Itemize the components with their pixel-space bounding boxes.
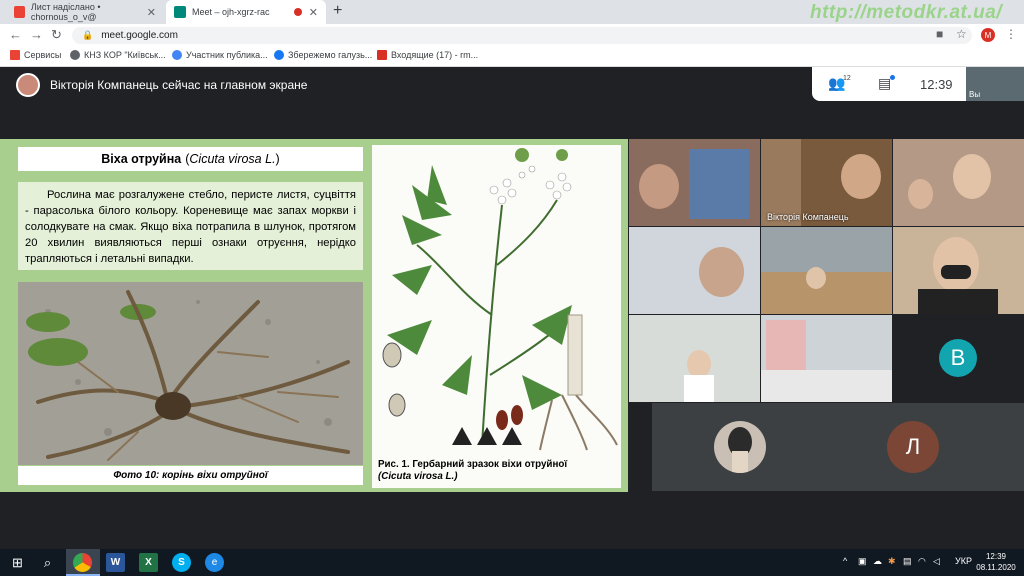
- excel-icon[interactable]: X: [139, 553, 158, 572]
- participant-tile[interactable]: [761, 315, 892, 402]
- presenter-status: Вікторія Компанець сейчас на главном экр…: [50, 78, 308, 92]
- participant-tile[interactable]: [652, 403, 782, 491]
- tab-title: Лист надіслано • chornous_o_v@: [30, 2, 101, 22]
- windows-start-icon[interactable]: ⊞: [8, 553, 27, 572]
- herbarium-illustration: [372, 145, 621, 455]
- facebook-icon: [274, 50, 284, 60]
- participant-tile[interactable]: [629, 139, 760, 226]
- back-icon[interactable]: ←: [9, 27, 22, 42]
- taskbar-clock[interactable]: 12:39 08.11.2020: [976, 551, 1016, 573]
- tray-volume-icon[interactable]: ◁: [933, 556, 940, 567]
- word-icon[interactable]: W: [106, 553, 125, 572]
- slide-title-close: ): [275, 152, 280, 166]
- meet-icon: [174, 6, 186, 18]
- slide-title: Віха отруйна (Cicuta virosa L.): [18, 147, 363, 171]
- taskbar-time: 12:39: [985, 552, 1007, 561]
- gmail-icon: [14, 6, 25, 18]
- new-tab-button[interactable]: +: [333, 2, 342, 20]
- slide-title-latin: Cicuta virosa L.: [189, 152, 276, 166]
- participant-tile[interactable]: Л: [782, 403, 1024, 491]
- bookmark-knz[interactable]: КНЗ КОР "Київськ...: [70, 50, 166, 60]
- herbarium-caption-latin: (Cicuta virosa L.): [378, 471, 458, 482]
- tray-wifi-icon[interactable]: ◠: [918, 556, 926, 567]
- recording-icon: [294, 8, 302, 16]
- camera-icon[interactable]: ■: [936, 27, 943, 41]
- participant-avatar: В: [939, 339, 977, 377]
- root-photo: [18, 282, 363, 465]
- herbarium-caption-text: Рис. 1. Гербарний зразок віхи отруйної: [378, 459, 568, 470]
- participants-count: 12: [843, 75, 851, 82]
- address-bar-row: ← → ↻ 🔒 meet.google.com ■ ☆ M ⋮: [0, 24, 1024, 46]
- presentation-slide: Віха отруйна (Cicuta virosa L.) Рослина …: [0, 139, 628, 492]
- bookmark-star-icon[interactable]: ☆: [956, 27, 967, 41]
- site-icon: [172, 50, 182, 60]
- meet-top-controls: 👥 12 ▤ 12:39: [812, 67, 966, 101]
- chrome-icon[interactable]: [73, 553, 92, 572]
- participant-tile[interactable]: [629, 315, 760, 402]
- self-view-tile[interactable]: Вы: [966, 67, 1024, 101]
- root-photo-image: [18, 282, 363, 465]
- reload-icon[interactable]: ↻: [51, 27, 62, 43]
- tray-cloud-icon[interactable]: ☁: [873, 556, 882, 567]
- browser-tab-bar: Лист надіслано • chornous_o_v@ ✕ Meet – …: [0, 0, 1024, 24]
- herbarium-caption: Рис. 1. Гербарний зразок віхи отруйної (…: [378, 459, 616, 483]
- tray-tool-icon[interactable]: ✱: [888, 556, 896, 567]
- tab-gmail[interactable]: Лист надіслано • chornous_o_v@ ✕: [6, 0, 164, 24]
- meet-clock: 12:39: [920, 77, 953, 92]
- globe-icon: [70, 50, 80, 60]
- url-text: meet.google.com: [101, 30, 178, 41]
- bookmark-facebook[interactable]: Збережемо галузь...: [274, 50, 372, 60]
- tab-title: Meet – ojh-xgrz-rac: [192, 7, 270, 17]
- tray-chevron-icon[interactable]: ^: [843, 556, 847, 566]
- participant-tile-presenter[interactable]: Вікторія Компанець: [761, 139, 892, 226]
- slide-description: Рослина має розгалужене стебло, перисте …: [18, 182, 363, 270]
- photo-caption: Фото 10: корінь віхи отруйної: [18, 466, 363, 485]
- meet-area: Вікторія Компанець сейчас на главном экр…: [0, 67, 1024, 549]
- participant-tile[interactable]: [629, 227, 760, 314]
- close-icon[interactable]: ✕: [147, 6, 156, 19]
- watermark: http://metodkr.at.ua/: [810, 2, 1003, 23]
- participant-tile[interactable]: [761, 227, 892, 314]
- windows-taskbar: ⊞ ⌕ W X S e ^ ▣ ☁ ✱ ▤ ◠ ◁ УКР 12:39 08.1…: [0, 549, 1024, 576]
- participant-name: Вікторія Компанець: [767, 212, 849, 222]
- url-field[interactable]: 🔒 meet.google.com: [72, 27, 972, 44]
- screen: Лист надіслано • chornous_o_v@ ✕ Meet – …: [0, 0, 1024, 576]
- bookmark-participant[interactable]: Участник публика...: [172, 50, 268, 60]
- chat-badge: [890, 75, 895, 80]
- search-icon[interactable]: ⌕: [38, 553, 57, 572]
- menu-icon[interactable]: ⋮: [1005, 27, 1017, 41]
- participant-tile[interactable]: В: [893, 315, 1024, 402]
- edge-icon[interactable]: e: [205, 553, 224, 572]
- participant-tile[interactable]: [893, 227, 1024, 314]
- taskbar-date: 08.11.2020: [976, 563, 1016, 572]
- skype-icon[interactable]: S: [172, 553, 191, 572]
- herbarium-figure: Рис. 1. Гербарний зразок віхи отруйної (…: [372, 145, 621, 488]
- bookmark-services[interactable]: Сервисы: [10, 50, 61, 60]
- participant-avatar: Л: [887, 421, 939, 473]
- bookmarks-bar: Сервисы КНЗ КОР "Київськ... Участник пуб…: [0, 46, 1024, 67]
- lock-icon: 🔒: [82, 30, 94, 40]
- keyboard-language[interactable]: УКР: [955, 556, 972, 566]
- apps-icon: [10, 50, 20, 60]
- forward-icon[interactable]: →: [30, 27, 43, 42]
- presenter-avatar: [16, 73, 40, 97]
- profile-avatar[interactable]: M: [981, 28, 995, 42]
- tray-app-icon[interactable]: ▣: [858, 556, 867, 567]
- tab-meet[interactable]: Meet – ojh-xgrz-rac ✕: [166, 0, 326, 24]
- tray-network-icon[interactable]: ▤: [903, 556, 912, 567]
- participant-tile[interactable]: [893, 139, 1024, 226]
- self-label: Вы: [969, 90, 981, 99]
- bookmark-inbox[interactable]: Входящие (17) - rm...: [377, 50, 478, 60]
- close-icon[interactable]: ✕: [309, 6, 318, 19]
- gmail-icon: [377, 50, 387, 60]
- slide-title-bold: Віха отруйна: [101, 152, 182, 166]
